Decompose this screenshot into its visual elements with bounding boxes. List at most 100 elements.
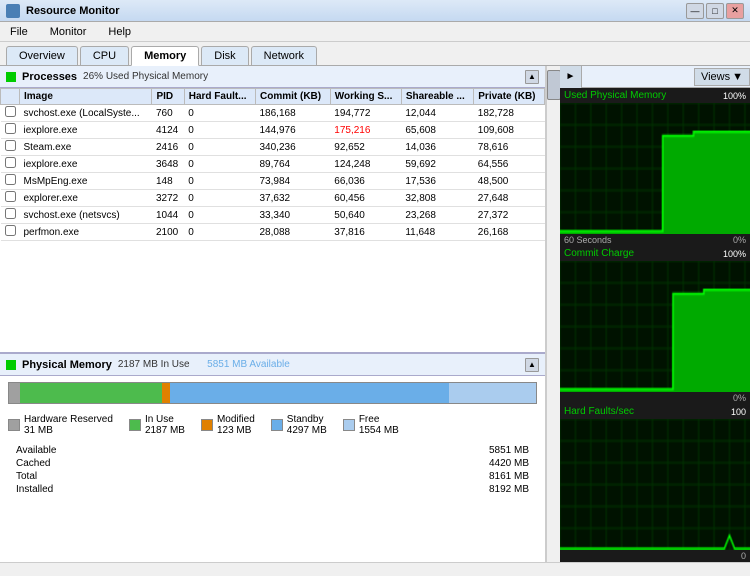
row-checkbox[interactable] bbox=[5, 225, 16, 236]
legend-label-hardware: Hardware Reserved 31 MB bbox=[24, 414, 113, 436]
close-button[interactable]: ✕ bbox=[726, 3, 744, 19]
memory-bar-container bbox=[0, 376, 545, 410]
table-cell: 23,268 bbox=[401, 207, 473, 224]
table-cell: 27,648 bbox=[474, 190, 545, 207]
table-cell: 32,808 bbox=[401, 190, 473, 207]
physical-memory-collapse-button[interactable]: ▲ bbox=[525, 358, 539, 372]
graph-3-bottom: 0 bbox=[560, 550, 750, 562]
row-checkbox-cell bbox=[1, 122, 20, 139]
table-cell: svchost.exe (netsvcs) bbox=[20, 207, 152, 224]
row-checkbox-cell bbox=[1, 190, 20, 207]
physical-memory-header-left: Physical Memory 2187 MB In Use 5851 MB A… bbox=[6, 359, 290, 371]
tab-bar: Overview CPU Memory Disk Network bbox=[0, 42, 750, 66]
menu-monitor[interactable]: Monitor bbox=[44, 24, 93, 40]
graph-commit-charge-area bbox=[560, 261, 750, 392]
memory-stats-col: Available 5851 MB Cached 4420 MB Total 8… bbox=[8, 444, 537, 496]
table-cell: iexplore.exe bbox=[20, 122, 152, 139]
row-checkbox-cell bbox=[1, 207, 20, 224]
table-cell: 0 bbox=[184, 122, 255, 139]
col-private[interactable]: Private (KB) bbox=[474, 89, 545, 105]
row-checkbox[interactable] bbox=[5, 123, 16, 134]
processes-section-header[interactable]: Processes 26% Used Physical Memory ▲ bbox=[0, 66, 545, 88]
table-cell: 65,608 bbox=[401, 122, 473, 139]
title-bar-controls: — □ ✕ bbox=[686, 3, 744, 19]
graph-used-physical-memory: Used Physical Memory 100% 60 Seconds 0% bbox=[560, 88, 750, 246]
minimize-button[interactable]: — bbox=[686, 3, 704, 19]
table-cell: 73,984 bbox=[255, 173, 330, 190]
scrollbar-thumb[interactable] bbox=[547, 70, 561, 100]
row-checkbox[interactable] bbox=[5, 191, 16, 202]
table-cell: 3272 bbox=[152, 190, 184, 207]
table-cell: 109,608 bbox=[474, 122, 545, 139]
table-row[interactable]: iexplore.exe3648089,764124,24859,69264,5… bbox=[1, 156, 545, 173]
col-shareable[interactable]: Shareable ... bbox=[401, 89, 473, 105]
row-checkbox[interactable] bbox=[5, 106, 16, 117]
views-dropdown-button[interactable]: Views ▼ bbox=[694, 68, 750, 86]
physical-memory-header[interactable]: Physical Memory 2187 MB In Use 5851 MB A… bbox=[0, 354, 545, 376]
table-row[interactable]: Steam.exe24160340,23692,65214,03678,616 bbox=[1, 139, 545, 156]
row-checkbox[interactable] bbox=[5, 174, 16, 185]
col-pid[interactable]: PID bbox=[152, 89, 184, 105]
table-cell: 33,340 bbox=[255, 207, 330, 224]
legend-free: Free 1554 MB bbox=[343, 414, 399, 436]
vertical-scrollbar[interactable] bbox=[546, 66, 560, 562]
table-cell: 124,248 bbox=[330, 156, 401, 173]
table-cell: 66,036 bbox=[330, 173, 401, 190]
table-cell: 60,456 bbox=[330, 190, 401, 207]
col-image[interactable]: Image bbox=[20, 89, 152, 105]
row-checkbox[interactable] bbox=[5, 157, 16, 168]
views-dropdown-icon: ▼ bbox=[732, 71, 743, 83]
table-row[interactable]: MsMpEng.exe148073,98466,03617,53648,500 bbox=[1, 173, 545, 190]
menu-help[interactable]: Help bbox=[102, 24, 137, 40]
table-row[interactable]: svchost.exe (netsvcs)1044033,34050,64023… bbox=[1, 207, 545, 224]
tab-overview[interactable]: Overview bbox=[6, 46, 78, 65]
row-checkbox[interactable] bbox=[5, 208, 16, 219]
row-checkbox[interactable] bbox=[5, 140, 16, 151]
legend-hardware-reserved: Hardware Reserved 31 MB bbox=[8, 414, 113, 436]
table-row[interactable]: iexplore.exe41240144,976175,21665,608109… bbox=[1, 122, 545, 139]
row-checkbox-cell bbox=[1, 224, 20, 241]
table-cell: 37,816 bbox=[330, 224, 401, 241]
tab-disk[interactable]: Disk bbox=[201, 46, 248, 65]
table-cell: 59,692 bbox=[401, 156, 473, 173]
tab-memory[interactable]: Memory bbox=[131, 46, 199, 66]
physical-memory-title: Physical Memory bbox=[22, 359, 112, 371]
memory-stats: Available 5851 MB Cached 4420 MB Total 8… bbox=[0, 440, 545, 500]
physical-memory-available: 5851 MB Available bbox=[207, 359, 290, 370]
table-row[interactable]: svchost.exe (LocalSyste...7600186,168194… bbox=[1, 105, 545, 122]
window-title: Resource Monitor bbox=[26, 5, 120, 17]
col-working[interactable]: Working S... bbox=[330, 89, 401, 105]
tab-cpu[interactable]: CPU bbox=[80, 46, 129, 65]
table-row[interactable]: perfmon.exe2100028,08837,81611,64826,168 bbox=[1, 224, 545, 241]
table-cell: 0 bbox=[184, 190, 255, 207]
menu-file[interactable]: File bbox=[4, 24, 34, 40]
stat-cached: Cached 4420 MB bbox=[8, 457, 537, 470]
menu-bar: File Monitor Help bbox=[0, 22, 750, 42]
table-cell: 186,168 bbox=[255, 105, 330, 122]
table-cell: 3648 bbox=[152, 156, 184, 173]
col-commit[interactable]: Commit (KB) bbox=[255, 89, 330, 105]
tab-network[interactable]: Network bbox=[251, 46, 317, 65]
views-expand-button[interactable]: ► bbox=[560, 66, 582, 88]
processes-collapse-button[interactable]: ▲ bbox=[525, 70, 539, 84]
right-panel: ► Views ▼ Used Physical Memory 100% 60 S… bbox=[560, 66, 750, 562]
stat-total: Total 8161 MB bbox=[8, 470, 537, 483]
table-cell: 1044 bbox=[152, 207, 184, 224]
table-row[interactable]: explorer.exe3272037,63260,45632,80827,64… bbox=[1, 190, 545, 207]
horizontal-scrollbar[interactable] bbox=[0, 562, 750, 576]
bar-free bbox=[449, 383, 536, 403]
maximize-button[interactable]: □ bbox=[706, 3, 724, 19]
table-cell: 92,652 bbox=[330, 139, 401, 156]
table-cell: perfmon.exe bbox=[20, 224, 152, 241]
col-hard-fault[interactable]: Hard Fault... bbox=[184, 89, 255, 105]
table-cell: 14,036 bbox=[401, 139, 473, 156]
table-cell: 340,236 bbox=[255, 139, 330, 156]
graph-canvas-2 bbox=[560, 261, 750, 392]
processes-title: Processes bbox=[22, 71, 77, 83]
table-cell: 2100 bbox=[152, 224, 184, 241]
table-cell: 182,728 bbox=[474, 105, 545, 122]
graph-hard-faults: Hard Faults/sec 100 0 bbox=[560, 404, 750, 562]
process-table[interactable]: Image PID Hard Fault... Commit (KB) Work… bbox=[0, 88, 545, 352]
memory-bar bbox=[8, 382, 537, 404]
table-cell: 148 bbox=[152, 173, 184, 190]
